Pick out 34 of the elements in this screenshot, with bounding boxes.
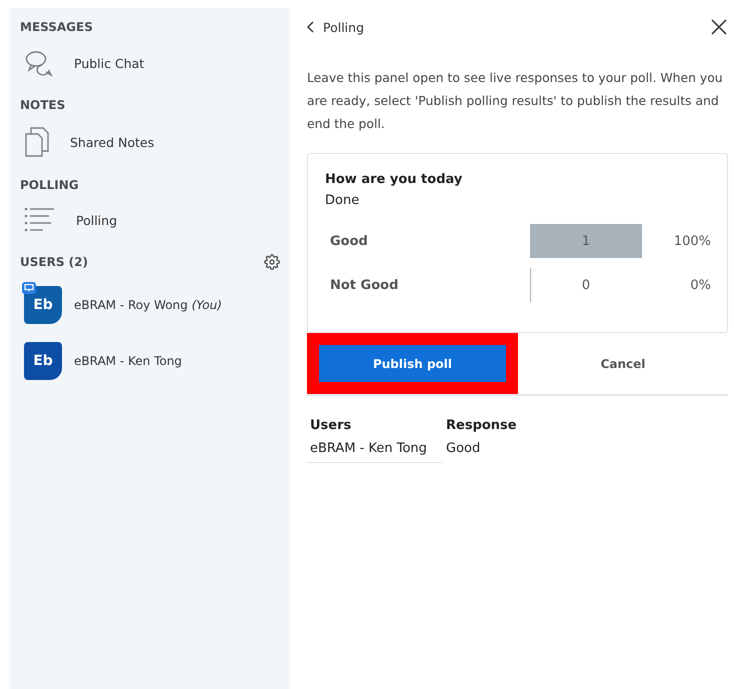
column-header: Response	[445, 418, 518, 435]
settings-icon[interactable]	[264, 254, 280, 270]
sidebar-item[interactable]: Polling	[20, 200, 280, 246]
section-title: USERS (2)	[20, 255, 88, 269]
table-cell-text: Good	[445, 440, 482, 458]
answer-percent: 100%	[672, 234, 711, 248]
cancel-button[interactable]: Cancel	[518, 356, 728, 372]
poll-status: Done	[325, 193, 360, 208]
chevron-left-icon	[307, 21, 315, 33]
table-cell: eBRAM - Ken Tong	[307, 439, 443, 463]
list-icon	[24, 206, 56, 234]
user-name: eBRAM - Ken Tong	[74, 354, 182, 368]
sidebar-item[interactable]: Shared Notes	[20, 120, 280, 170]
answer-count: 0	[582, 278, 590, 292]
section-title: NOTES	[20, 98, 66, 112]
user-name: eBRAM - Roy Wong (You)	[74, 298, 222, 312]
publish-button[interactable]: Publish poll	[319, 345, 506, 382]
answer-label: Not Good	[329, 278, 400, 292]
documents-icon	[24, 126, 50, 158]
answer-label: Good	[329, 234, 369, 248]
instructions-text: Leave this panel open to see live responses to your poll. When you are ready, select 'Publish polling results' to publish the results and end the poll.	[307, 69, 724, 133]
user-item[interactable]: Eb eBRAM - Ken Tong	[20, 336, 280, 386]
poll-question: How are you today	[325, 172, 464, 187]
column-header: Users	[309, 418, 352, 435]
section-title: POLLING	[20, 178, 80, 192]
user-avatar: Eb	[24, 342, 62, 380]
answer-count: 1	[582, 234, 590, 248]
close-icon[interactable]	[710, 18, 728, 36]
presenter-icon	[22, 282, 36, 294]
back-button[interactable]: Polling	[307, 20, 364, 34]
section-title: MESSAGES	[20, 20, 94, 34]
user-item[interactable]: Eb eBRAM - Roy Wong (You)	[20, 280, 280, 330]
answer-percent: 0%	[689, 278, 711, 292]
sidebar-item[interactable]: Public Chat	[20, 42, 280, 90]
